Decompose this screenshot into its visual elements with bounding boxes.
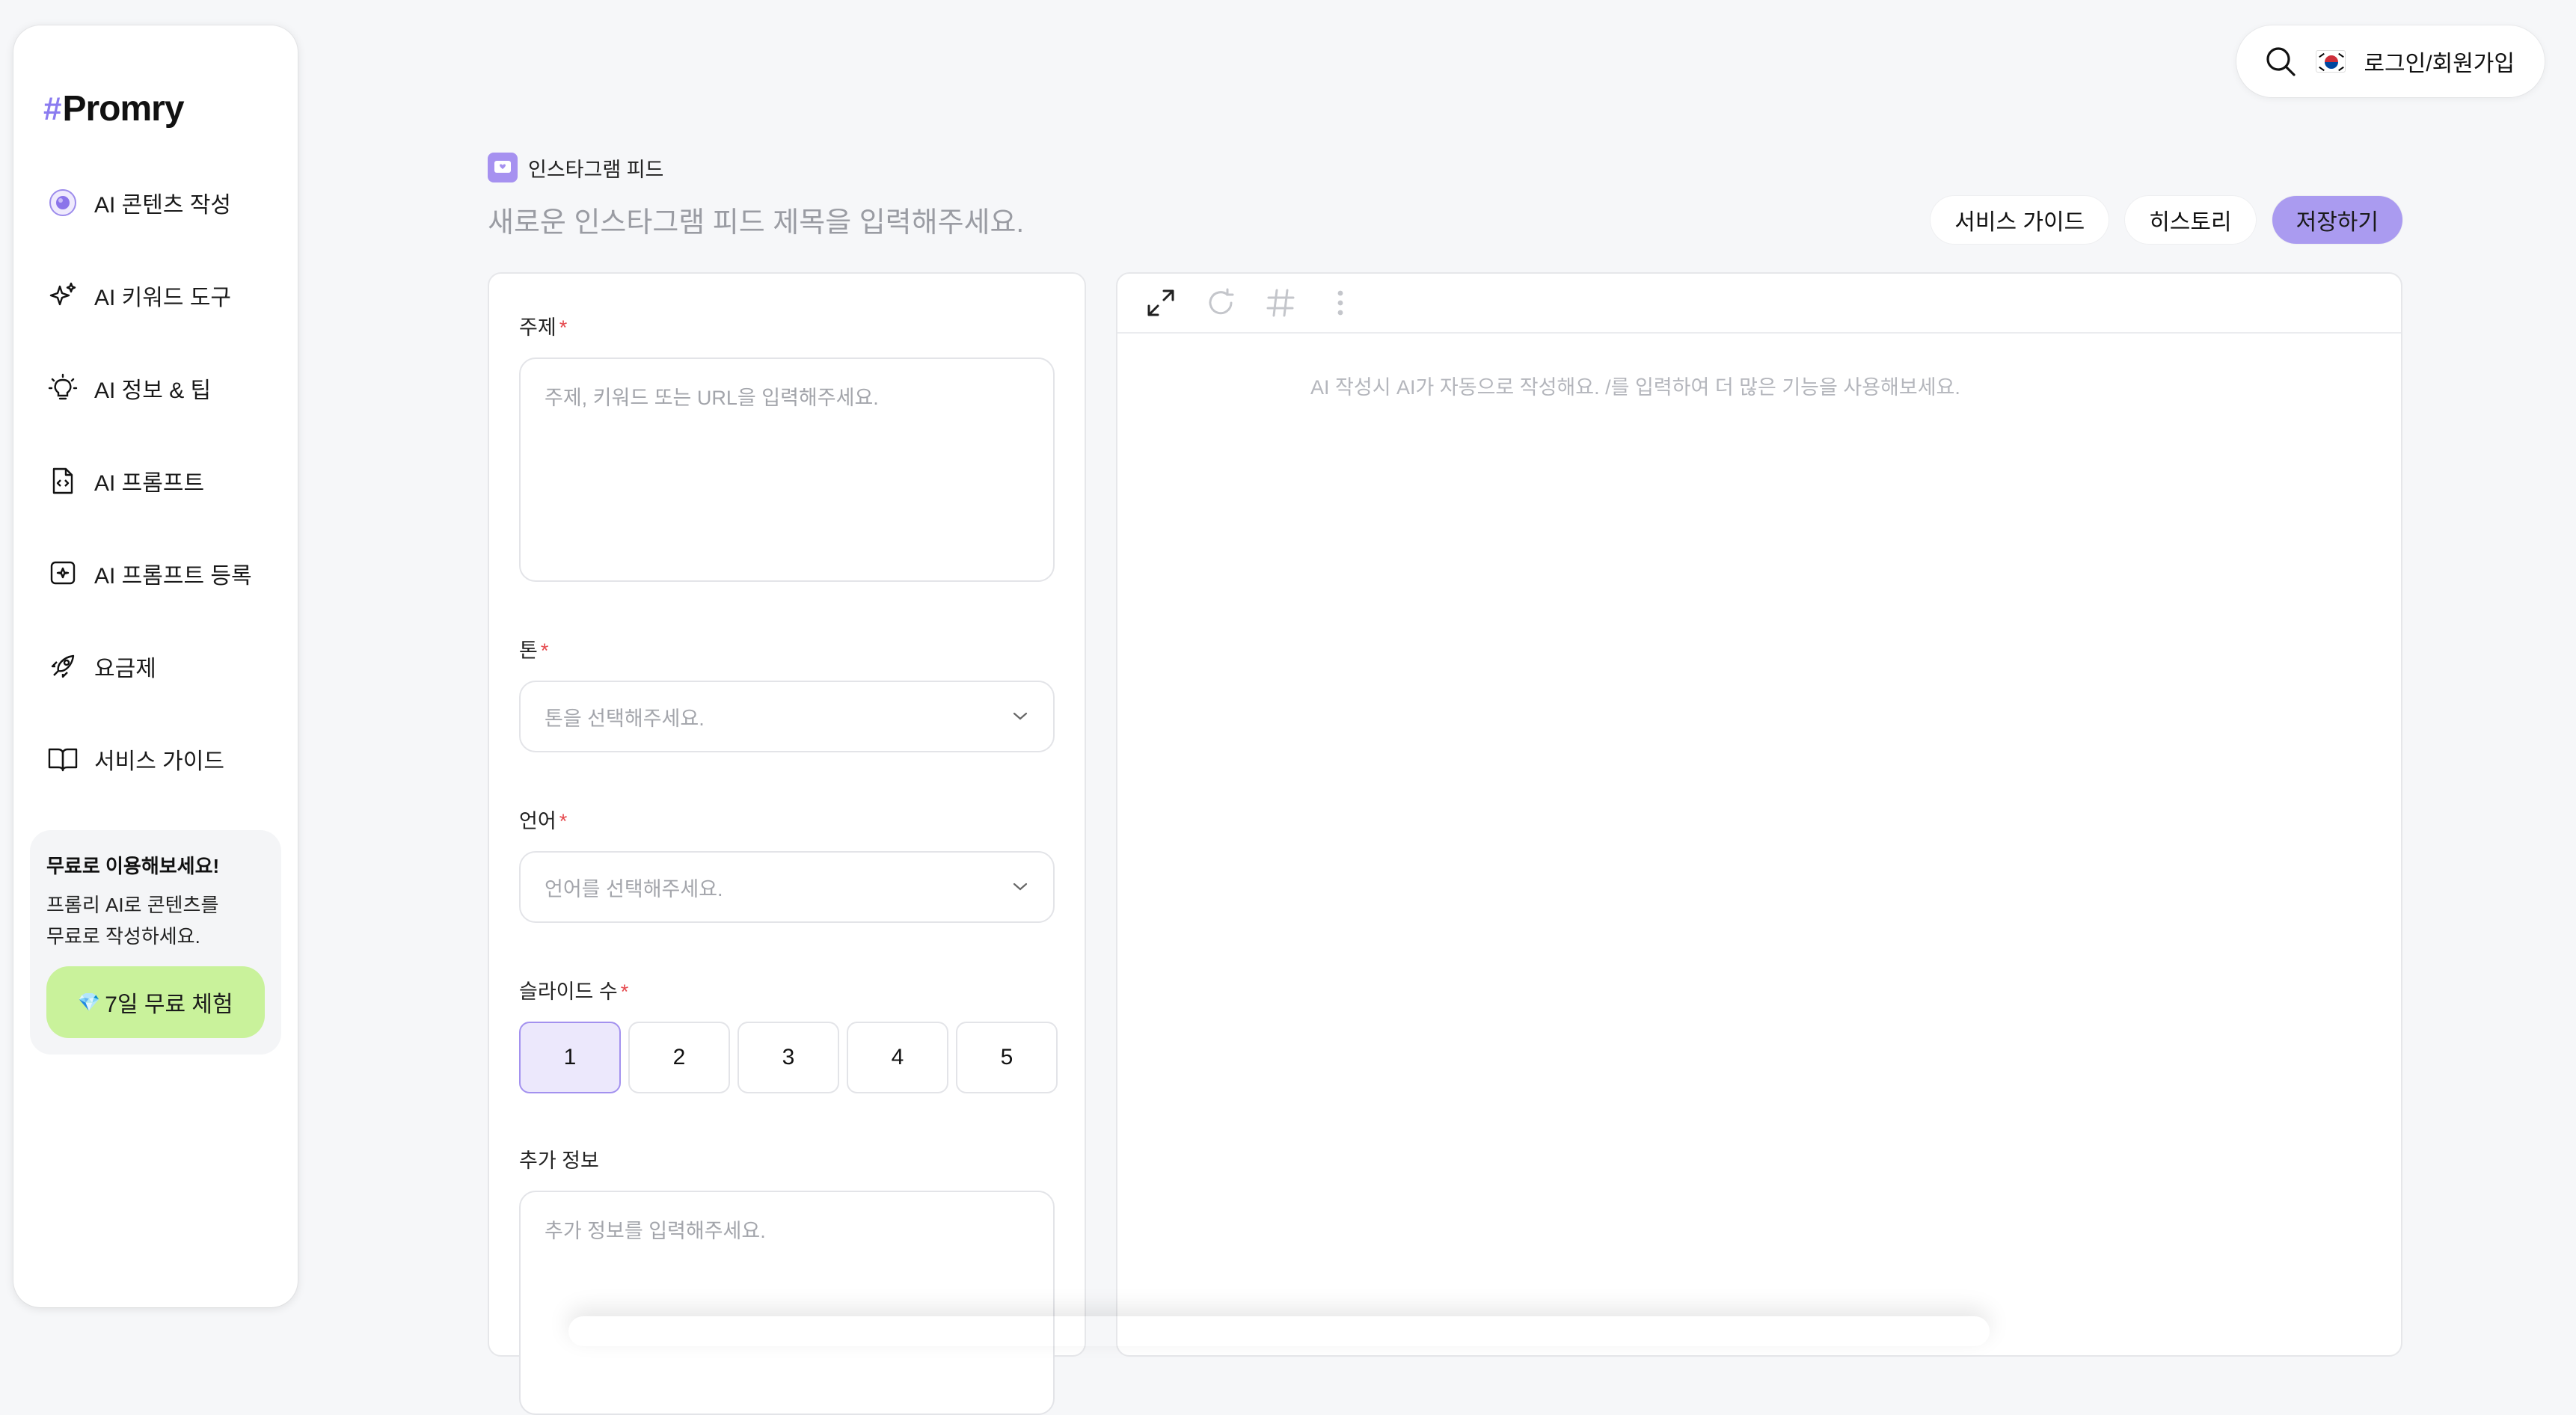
topic-label: 주제 * bbox=[519, 316, 568, 339]
bottom-overlay-shadow bbox=[568, 1316, 1990, 1346]
language-select-value: 언어를 선택해주세요. bbox=[545, 877, 723, 900]
book-icon bbox=[46, 743, 79, 776]
refresh-icon[interactable] bbox=[1204, 286, 1237, 319]
sidebar-item-info-tips[interactable]: AI 정보 & 팁 bbox=[31, 354, 286, 422]
sidebar: # Promry AI 콘텐츠 작성 AI 키워드 도구 AI 정보 & 팁 A… bbox=[13, 25, 298, 1307]
expand-icon[interactable] bbox=[1144, 286, 1177, 319]
required-mark: * bbox=[559, 316, 568, 339]
sidebar-item-keyword-tool[interactable]: AI 키워드 도구 bbox=[31, 262, 286, 329]
editor-placeholder[interactable]: AI 작성시 AI가 자동으로 작성해요. /를 입력하여 더 많은 기능을 사… bbox=[1310, 371, 1960, 400]
sparkles-icon bbox=[46, 279, 79, 312]
free-trial-promo: 무료로 이용해보세요! 프롬리 AI로 콘텐츠를 무료로 작성하세요. 💎 7일… bbox=[30, 830, 281, 1055]
promo-title: 무료로 이용해보세요! bbox=[46, 855, 220, 877]
required-mark: * bbox=[559, 810, 568, 832]
search-icon[interactable] bbox=[2263, 44, 2298, 79]
slide-count-option[interactable]: 5 bbox=[956, 1022, 1058, 1093]
sidebar-item-label: 서비스 가이드 bbox=[94, 749, 224, 774]
login-signup-link[interactable]: 로그인/회원가입 bbox=[2364, 45, 2515, 78]
sidebar-item-label: AI 키워드 도구 bbox=[94, 286, 232, 310]
file-code-icon bbox=[46, 464, 79, 497]
slide-count-option[interactable]: 1 bbox=[519, 1022, 621, 1093]
chevron-down-icon bbox=[1011, 882, 1029, 892]
required-mark: * bbox=[540, 639, 549, 662]
language-select[interactable]: 언어를 선택해주세요. bbox=[519, 851, 1055, 923]
top-bar: 로그인/회원가입 bbox=[2236, 25, 2545, 97]
sidebar-item-label: AI 콘텐츠 작성 bbox=[94, 193, 232, 218]
sidebar-item-ai-content[interactable]: AI 콘텐츠 작성 bbox=[31, 169, 286, 236]
slide-count-option[interactable]: 3 bbox=[737, 1022, 839, 1093]
content-type-label: 인스타그램 피드 bbox=[528, 158, 664, 181]
promry-logo[interactable]: # Promry bbox=[43, 88, 185, 129]
diamond-icon: 💎 bbox=[78, 992, 101, 1013]
hashtag-icon[interactable] bbox=[1264, 286, 1297, 319]
more-vertical-icon[interactable] bbox=[1324, 286, 1357, 319]
topic-textarea[interactable]: 주제, 키워드 또는 URL을 입력해주세요. bbox=[519, 357, 1055, 582]
editor-panel: AI 작성시 AI가 자동으로 작성해요. /를 입력하여 더 많은 기능을 사… bbox=[1116, 272, 2402, 1357]
required-mark: * bbox=[620, 980, 629, 1003]
promo-description: 프롬리 AI로 콘텐츠를 무료로 작성하세요. bbox=[46, 894, 219, 948]
form-panel: 주제 * 주제, 키워드 또는 URL을 입력해주세요. 톤 * 톤을 선택해주세요… bbox=[488, 272, 1086, 1415]
tone-select-value: 톤을 선택해주세요. bbox=[545, 707, 705, 730]
language-label: 언어 * bbox=[519, 810, 568, 832]
header-actions: 서비스 가이드 히스토리 저장하기 bbox=[1931, 196, 2402, 244]
sidebar-item-label: AI 프롬프트 bbox=[94, 471, 205, 496]
ai-content-icon bbox=[46, 186, 79, 219]
service-guide-button[interactable]: 서비스 가이드 bbox=[1931, 196, 2109, 244]
plus-square-icon bbox=[46, 557, 79, 590]
free-trial-button[interactable]: 💎 7일 무료 체험 bbox=[46, 966, 265, 1038]
free-trial-label: 7일 무료 체험 bbox=[105, 992, 233, 1017]
extra-info-textarea[interactable]: 추가 정보를 입력해주세요. bbox=[519, 1191, 1055, 1415]
logo-hash: # bbox=[43, 90, 62, 127]
rocket-icon bbox=[46, 650, 79, 683]
chevron-down-icon bbox=[1011, 711, 1029, 722]
sidebar-item-label: AI 프롬프트 등록 bbox=[94, 564, 252, 589]
history-button[interactable]: 히스토리 bbox=[2125, 196, 2256, 244]
tone-select[interactable]: 톤을 선택해주세요. bbox=[519, 681, 1055, 752]
lightbulb-icon bbox=[46, 372, 79, 405]
slide-count-option[interactable]: 2 bbox=[628, 1022, 730, 1093]
sidebar-item-label: 요금제 bbox=[94, 657, 156, 681]
logo-text: Promry bbox=[62, 89, 184, 129]
save-button[interactable]: 저장하기 bbox=[2272, 196, 2402, 244]
instagram-feed-icon bbox=[488, 153, 518, 182]
slide-count-option[interactable]: 4 bbox=[847, 1022, 948, 1093]
title-input[interactable]: 새로운 인스타그램 피드 제목을 입력해주세요. bbox=[488, 199, 1024, 240]
kr-flag-icon[interactable] bbox=[2316, 50, 2346, 73]
extra-info-label: 추가 정보 bbox=[519, 1150, 599, 1172]
sidebar-item-service-guide[interactable]: 서비스 가이드 bbox=[31, 725, 286, 793]
editor-toolbar bbox=[1117, 274, 2401, 334]
slide-count-label: 슬라이드 수 * bbox=[519, 980, 629, 1003]
tone-label: 톤 * bbox=[519, 639, 549, 662]
slide-count-selector: 1 2 3 4 5 bbox=[519, 1022, 1058, 1093]
sidebar-item-prompt[interactable]: AI 프롬프트 bbox=[31, 447, 286, 515]
sidebar-item-pricing[interactable]: 요금제 bbox=[31, 633, 286, 700]
sidebar-item-label: AI 정보 & 팁 bbox=[94, 378, 212, 403]
content-type: 인스타그램 피드 bbox=[488, 153, 663, 182]
sidebar-item-prompt-register[interactable]: AI 프롬프트 등록 bbox=[31, 540, 286, 607]
